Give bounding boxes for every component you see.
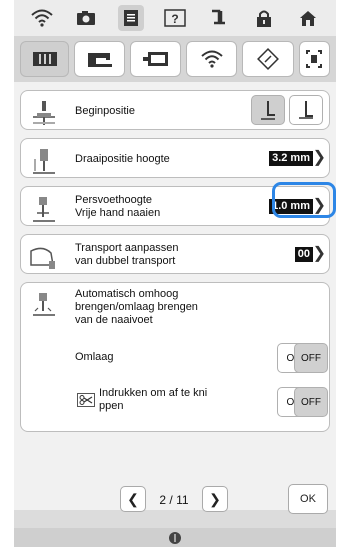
dual-feed-line2: van dubbel transport [75,255,176,267]
svg-text:?: ? [171,12,178,26]
pivot-height-label: Draaipositie hoogte [75,153,170,165]
needle-position-icon [33,101,55,125]
page-indicator: 2 / 11 [159,493,189,507]
begin-position-label: Beginpositie [75,105,135,117]
auto-presser-foot-icon [33,293,55,316]
pivot-height-icon [33,149,55,174]
chevron-right-icon: ❯ [312,245,326,262]
document-icon[interactable] [117,5,144,31]
wifi-icon[interactable] [29,5,55,31]
row-pivot-height[interactable]: Draaipositie hoogte 3.2 mm ❯ [20,138,330,178]
tab-sewing[interactable] [74,41,126,77]
next-page-button[interactable]: ❯ [202,486,228,512]
presser-foot-height-line1: Persvoethoogte [75,194,153,206]
chevron-right-icon: ❯ [312,149,326,166]
embroidery-frame-icon [142,52,168,66]
auto-presser-foot-line2: brengen/omlaag brengen [75,301,198,313]
row-dual-feed[interactable]: Transport aanpassen van dubbel transport… [20,234,330,274]
previous-page-button[interactable]: ❮ [120,486,146,512]
ok-button[interactable]: OK [288,484,328,514]
tab-row [14,36,336,82]
screen-icon [306,50,323,68]
dual-feed-label: Transport aanpassen van dubbel transport [75,242,179,268]
machine-settings-icon [32,52,57,66]
auto-presser-foot-label: Automatisch omhoog brengen/omlaag brenge… [75,288,198,327]
pivot-height-value: 3.2 mm [269,151,313,166]
press-to-cut-label: Indrukken om af te kni ppen [99,387,207,413]
tab-screen[interactable] [298,41,330,77]
omlaag-label: Omlaag [75,351,114,363]
auto-presser-foot-line1: Automatisch omhoog [75,288,179,300]
thread-icon[interactable] [206,5,232,31]
presser-foot-up-icon [261,101,275,120]
row-auto-presser-foot: Automatisch omhoog brengen/omlaag brenge… [20,282,330,432]
dual-feed-value: 00 [294,247,313,262]
tab-eco[interactable] [242,41,294,77]
presser-foot-height-icon [33,197,55,222]
lock-icon[interactable] [251,5,277,31]
selection-highlight [272,182,336,218]
help-icon[interactable]: ? [162,5,188,31]
begin-position-down-button[interactable] [289,95,323,125]
dual-feed-line1: Transport aanpassen [75,242,179,254]
screen: ? Beginpositie Draaipositie hoogte 3.2 m… [14,0,336,547]
sewing-machine-icon [87,53,112,67]
status-bar: ? [14,0,336,36]
row-begin-position: Beginpositie [20,90,330,130]
auto-presser-foot-line3: van de naaivoet [75,314,153,326]
wifi-icon [201,50,223,68]
scissors-icon [77,393,95,407]
omlaag-off-button-visual[interactable]: OFF [294,343,328,373]
tab-embroidery[interactable] [130,41,182,77]
press-to-cut-line2: ppen [99,400,124,412]
bottom-bar [14,528,336,547]
settings-panel: Beginpositie Draaipositie hoogte 3.2 mm … [14,82,336,514]
begin-position-up-button[interactable] [251,95,285,125]
press-to-cut-line1: Indrukken om af te kni [99,387,208,399]
presser-foot-down-icon [299,101,313,119]
dual-feed-icon [30,247,55,269]
presser-foot-height-line2: Vrije hand naaien [75,207,161,219]
camera-icon[interactable] [73,5,99,31]
needle-thread-icon [169,531,181,544]
tab-machine-settings[interactable] [20,41,70,77]
press-to-cut-off-button[interactable]: OFF [294,387,328,417]
tab-network[interactable] [186,41,238,77]
eco-icon [257,48,279,70]
home-icon[interactable] [295,5,321,31]
presser-foot-height-label: Persvoethoogte Vrije hand naaien [75,194,160,220]
